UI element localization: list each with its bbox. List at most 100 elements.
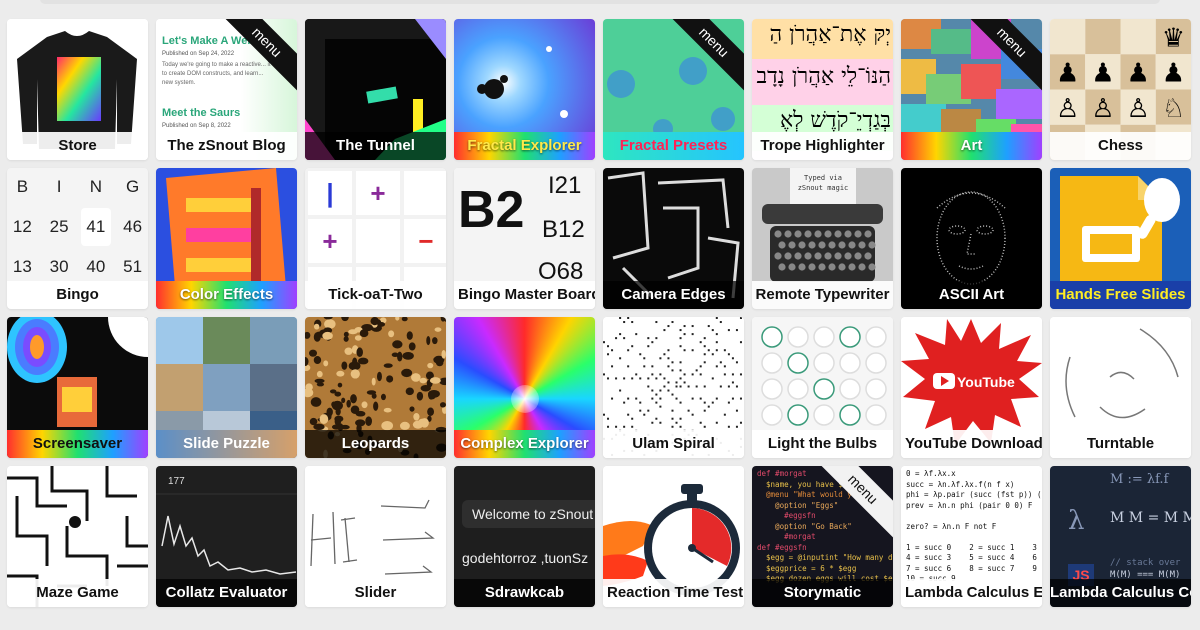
tile-camera-edges[interactable]: Camera Edges xyxy=(603,168,744,309)
blog-date-1: Published on Sep 24, 2022 xyxy=(162,51,235,57)
tile-storymatic[interactable]: def #morgat $name, you have $s @menu "Wh… xyxy=(752,466,893,607)
tile-label: Bingo Master Board xyxy=(454,281,595,309)
ttt-cell[interactable]: | xyxy=(308,171,352,215)
bingo-cell[interactable]: 25 xyxy=(44,208,75,246)
tile-reaction-time-test[interactable]: Reaction Time Test xyxy=(603,466,744,607)
tile-label: The zSnout Blog xyxy=(156,132,297,160)
tile-hands-free-slides[interactable]: Hands Free Slides xyxy=(1050,168,1191,309)
tile-fractal-explorer[interactable]: Fractal Explorer xyxy=(454,19,595,160)
ttt-cell[interactable]: + xyxy=(308,219,352,263)
ttt-cell[interactable] xyxy=(356,219,400,263)
bingo-cell[interactable]: G xyxy=(117,168,148,206)
compiler-line-2: M M = M M xyxy=(1110,510,1191,526)
big-code: B2 xyxy=(458,181,525,239)
tile-blog[interactable]: Let's Make A Web Published on Sep 24, 20… xyxy=(156,19,297,160)
tile-leopards[interactable]: Leopards xyxy=(305,317,446,458)
bingo-cell[interactable]: N xyxy=(81,168,112,206)
tile-label: Leopards xyxy=(305,430,446,458)
tile-label: Fractal Explorer xyxy=(454,132,595,160)
tile-light-the-bulbs[interactable]: Light the Bulbs xyxy=(752,317,893,458)
tile-label: Store xyxy=(7,132,148,160)
tile-ascii-art[interactable]: ASCII Art xyxy=(901,168,1042,309)
tile-youtube-downloader[interactable]: YouTube YouTube Downloader xyxy=(901,317,1042,458)
tile-lambda-compiler[interactable]: M := λf.f λ M M = M M // stack over M(M)… xyxy=(1050,466,1191,607)
tile-screensaver[interactable]: Screensaver xyxy=(7,317,148,458)
bingo-cell[interactable]: B xyxy=(7,168,38,206)
code-1: I21 xyxy=(548,172,582,199)
tile-ulam-spiral[interactable]: Ulam Spiral xyxy=(603,317,744,458)
compiler-line-1: M := λf.f xyxy=(1110,472,1169,487)
code-line: @option "Go Back" xyxy=(757,521,852,531)
tile-label: Ulam Spiral xyxy=(603,430,744,458)
tile-label: Screensaver xyxy=(7,430,148,458)
code-line: def #eggsfn xyxy=(757,542,807,552)
tile-color-effects[interactable]: Color Effects xyxy=(156,168,297,309)
chess-piece: ♟ xyxy=(1162,59,1185,89)
bingo-cell[interactable]: 12 xyxy=(7,208,38,246)
code-line: $eggprice = 6 * $egg xyxy=(757,563,857,573)
top-bar xyxy=(40,0,1160,4)
tile-label: YouTube Downloader xyxy=(901,430,1042,458)
code-2: B12 xyxy=(542,216,585,243)
trope-line-3: בְּגַדְיֵ־קֹדֶשׁ לְאֶ xyxy=(779,108,891,133)
code-line: 0 = λf.λx.x xyxy=(906,469,956,478)
tile-bingo-master-board[interactable]: B2 I21 B12 O68 Bingo Master Board xyxy=(454,168,595,309)
tile-slider[interactable]: Slider xyxy=(305,466,446,607)
tile-slide-puzzle[interactable]: Slide Puzzle xyxy=(156,317,297,458)
bingo-cell[interactable]: 46 xyxy=(117,208,148,246)
blog-text-1: Today we're going to make a reactive... … xyxy=(162,62,271,86)
tile-label: Chess xyxy=(1050,132,1191,160)
youtube-logo-text: YouTube xyxy=(957,374,1015,390)
ttt-cell[interactable] xyxy=(404,171,446,215)
tile-label: Lambda Calculus Evaluator xyxy=(901,579,1042,607)
tile-label: Color Effects xyxy=(156,281,297,309)
tile-label: Slider xyxy=(305,579,446,607)
tile-label: Camera Edges xyxy=(603,281,744,309)
tile-label: The Tunnel xyxy=(305,132,446,160)
tile-trope-highlighter[interactable]: יְקּ אֶת־אַהֲרֹן הַ הַנּוֹ־לֵי אַהֲרֹן נ… xyxy=(752,19,893,160)
tile-art[interactable]: menu Art xyxy=(901,19,1042,160)
tile-label: Bingo xyxy=(7,281,148,309)
tile-label: Fractal Presets xyxy=(603,132,744,160)
tile-lambda-evaluator[interactable]: 0 = λf.λx.x succ = λn.λf.λx.f(n f x) phi =… xyxy=(901,466,1042,607)
blog-heading-1: Let's Make A Web xyxy=(162,35,255,47)
chess-piece: ♟ xyxy=(1056,59,1079,89)
ttt-cell[interactable]: + xyxy=(356,171,400,215)
tile-collatz-evaluator[interactable]: 177 Collatz Evaluator xyxy=(156,466,297,607)
code-line: #morgat xyxy=(757,532,816,541)
ttt-cell[interactable]: − xyxy=(404,219,446,263)
chess-piece: ♛ xyxy=(1162,23,1185,53)
tile-complex-explorer[interactable]: Complex Explorer xyxy=(454,317,595,458)
blog-date-2: Published on Sep 8, 2022 xyxy=(162,123,231,129)
code-line: 1 = succ 0 2 = succ 1 3 xyxy=(906,542,1037,552)
bingo-cell[interactable]: 41 xyxy=(80,208,112,246)
tile-label: Remote Typewriter xyxy=(752,281,893,309)
tile-label: Complex Explorer xyxy=(454,430,595,458)
tile-turntable[interactable]: Turntable xyxy=(1050,317,1191,458)
tile-bingo[interactable]: B I N G 12 25 41 46 13 30 40 51 Bingo xyxy=(7,168,148,309)
tile-maze-game[interactable]: Maze Game xyxy=(7,466,148,607)
tile-label: Lambda Calculus Compiler xyxy=(1050,579,1191,607)
tile-label: Turntable xyxy=(1050,430,1191,458)
tile-chess[interactable]: ♛ ♟ ♟ ♟ ♟ ♙ ♙ ♙ ♘ Chess xyxy=(1050,19,1191,160)
tile-label: Light the Bulbs xyxy=(752,430,893,458)
tile-remote-typewriter[interactable]: Typed via zSnout magic Remote Typewriter xyxy=(752,168,893,309)
compiler-comment: // stack over xyxy=(1110,558,1181,568)
tile-label: Trope Highlighter xyxy=(752,132,893,160)
sdrawkcab-line-2: godehtorroz ,tuonSz xyxy=(462,550,589,566)
tile-sdrawkcab[interactable]: Welcome to zSnout godehtorroz ,tuonSz Sd… xyxy=(454,466,595,607)
chess-piece: ♙ xyxy=(1056,94,1079,124)
app-grid: Store Let's Make A Web Published on Sep … xyxy=(7,19,1191,607)
tile-tick-oat-two[interactable]: | + + − Tick-oaT-Two xyxy=(305,168,446,309)
code-line: 4 = succ 3 5 = succ 4 6 xyxy=(906,553,1037,562)
tile-label: Collatz Evaluator xyxy=(156,579,297,607)
code-line: phi = λp.pair (succ (fst p)) (fs xyxy=(906,490,1042,499)
blog-heading-2: Meet the Saurs xyxy=(162,107,241,119)
tile-store[interactable]: Store xyxy=(7,19,148,160)
tile-fractal-presets[interactable]: menu Fractal Presets xyxy=(603,19,744,160)
bingo-cell[interactable]: I xyxy=(44,168,75,206)
tile-tunnel[interactable]: The Tunnel xyxy=(305,19,446,160)
tile-label: Hands Free Slides xyxy=(1050,281,1191,309)
code-line: 7 = succ 6 8 = succ 7 9 xyxy=(906,563,1037,573)
